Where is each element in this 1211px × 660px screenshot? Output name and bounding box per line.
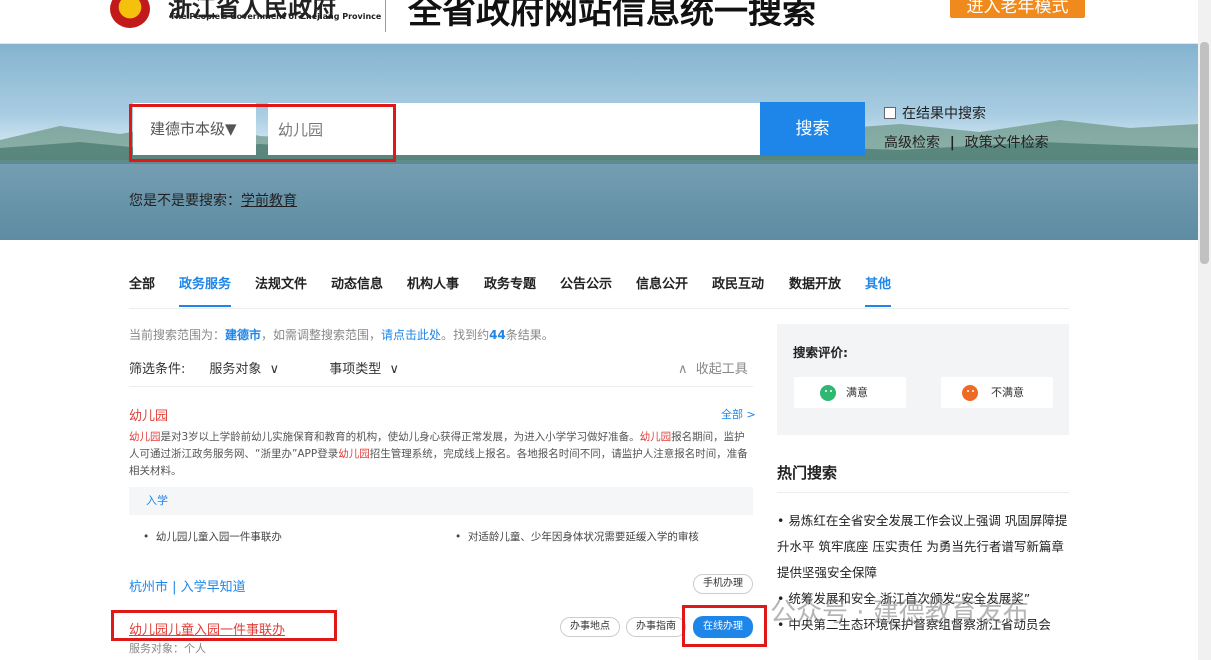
collapse-label: 收起工具 — [695, 362, 748, 377]
satisfied-button[interactable]: 满意 — [794, 377, 906, 408]
filter-divider — [129, 386, 753, 387]
smile-icon — [820, 385, 836, 401]
service-location-button[interactable]: 办事地点 — [560, 617, 620, 637]
tab-interaction[interactable]: 政民互动 — [712, 273, 764, 292]
site-header: 浙江省人民政府 The People's Government of Zheji… — [0, 0, 1211, 44]
tab-topics[interactable]: 政务专题 — [484, 273, 536, 292]
change-scope-link[interactable]: 请点击此处 — [381, 328, 441, 342]
hot-search-item[interactable]: • 易炼红在全省安全发展工作会议上强调 巩固屏障提升水平 筑牢底座 压实责任 为… — [777, 508, 1069, 586]
search-button[interactable]: 搜索 — [760, 102, 865, 156]
scope-city: 建德市 — [225, 328, 262, 342]
unsatisfied-button[interactable]: 不满意 — [941, 377, 1053, 408]
scope-mid: ，如需调整搜索范围， — [261, 328, 382, 342]
result-description: 幼儿园是对3岁以上学龄前幼儿实施保育和教育的机构，使幼儿身心获得正常发展，为进入… — [129, 429, 755, 480]
watermark: 公众号 · 建德教育发布 — [770, 598, 1029, 628]
tab-indicator-other — [865, 305, 891, 307]
result-title[interactable]: 杭州市 | 入学早知道 — [129, 576, 246, 595]
tab-personnel[interactable]: 机构人事 — [407, 273, 459, 292]
elder-mode-button[interactable]: 进入老年模式 — [950, 0, 1085, 18]
unsatisfied-label: 不满意 — [991, 386, 1024, 399]
highlight-box-online — [682, 605, 767, 647]
tab-other[interactable]: 其他 — [865, 273, 891, 292]
scope-prefix: 当前搜索范围为： — [129, 328, 226, 342]
tab-all[interactable]: 全部 — [129, 273, 155, 292]
chevron-down-icon[interactable]: ∨ — [381, 362, 399, 377]
list-item-label: 幼儿园儿童入园一件事联办 — [155, 531, 282, 543]
suggestion-link[interactable]: 学前教育 — [241, 193, 297, 209]
policy-search-link[interactable]: 政策文件检索 — [965, 135, 1049, 151]
frown-icon — [962, 385, 978, 401]
tab-news[interactable]: 动态信息 — [331, 273, 383, 292]
result-count: 44 — [489, 328, 506, 342]
item-type-filter[interactable]: 事项类型 — [329, 362, 381, 377]
keyword-highlight: 幼儿园 — [338, 448, 370, 460]
advanced-search-links: 高级检索 | 政策文件检索 — [884, 135, 1049, 151]
category-label[interactable]: 入学 — [129, 487, 753, 515]
desc-text: 是对3岁以上学龄前幼儿实施保育和教育的机构，使幼儿身心获得正常发展，为进入小学学… — [160, 431, 640, 443]
tab-announcements[interactable]: 公告公示 — [560, 273, 612, 292]
satisfied-label: 满意 — [846, 386, 868, 399]
header-divider — [385, 0, 386, 32]
tab-open-data[interactable]: 数据开放 — [789, 273, 841, 292]
filter-label: 筛选条件: — [129, 362, 186, 377]
list-item[interactable]: • 幼儿园儿童入园一件事联办 — [143, 529, 282, 544]
suggestion-prefix: 您是不是要搜索： — [129, 193, 241, 209]
filter-bar: 筛选条件: 服务对象 ∨ 事项类型 ∨ — [129, 358, 399, 377]
list-item-label: 对适龄儿童、少年因身体状况需要延缓入学的审核 — [467, 531, 699, 543]
collapse-tools-button[interactable]: ∧ 收起工具 — [678, 358, 748, 377]
scope-found: 。找到约 — [441, 328, 490, 342]
mobile-handle-button[interactable]: 手机办理 — [693, 574, 753, 594]
tab-regulations[interactable]: 法规文件 — [255, 273, 307, 292]
tab-government-services[interactable]: 政务服务 — [179, 273, 231, 292]
national-emblem-icon — [110, 0, 150, 28]
chevron-up-icon: ∧ — [678, 362, 696, 377]
service-target-filter[interactable]: 服务对象 — [209, 362, 261, 377]
brand-name-en: The People's Government of Zhejiang Prov… — [170, 12, 382, 21]
scrollbar-thumb[interactable] — [1200, 42, 1209, 264]
chevron-down-icon[interactable]: ∨ — [261, 362, 280, 377]
highlight-box-search — [129, 104, 396, 162]
advanced-search-link[interactable]: 高级检索 — [884, 135, 940, 151]
result-title[interactable]: 幼儿园 — [129, 405, 168, 424]
hot-search-divider — [777, 492, 1069, 493]
search-suggestion: 您是不是要搜索：学前教育 — [129, 190, 297, 210]
search-in-results-option[interactable]: 在结果中搜索 — [884, 103, 986, 123]
keyword-highlight: 幼儿园 — [639, 431, 672, 443]
checkbox-icon[interactable] — [884, 107, 896, 119]
hot-search-title: 热门搜索 — [777, 464, 838, 482]
tab-disclosure[interactable]: 信息公开 — [636, 273, 688, 292]
service-target-info: 服务对象：个人 — [129, 642, 206, 655]
search-in-results-label: 在结果中搜索 — [902, 106, 986, 122]
site-title: 全省政府网站信息统一搜索 — [408, 0, 816, 32]
scope-suffix: 条结果。 — [505, 328, 554, 342]
list-item[interactable]: • 对适龄儿童、少年因身体状况需要延缓入学的审核 — [455, 529, 699, 544]
service-guide-button[interactable]: 办事指南 — [626, 617, 686, 637]
highlight-box-result — [111, 610, 337, 641]
tabs-divider — [129, 308, 1069, 309]
active-tab-indicator — [179, 305, 231, 307]
search-scope-info: 当前搜索范围为：建德市，如需调整搜索范围，请点击此处。找到约44条结果。 — [129, 326, 554, 343]
evaluation-title: 搜索评价: — [793, 345, 848, 360]
see-all-link[interactable]: 全部 > — [721, 406, 756, 422]
keyword-highlight: 幼儿园 — [129, 431, 161, 443]
